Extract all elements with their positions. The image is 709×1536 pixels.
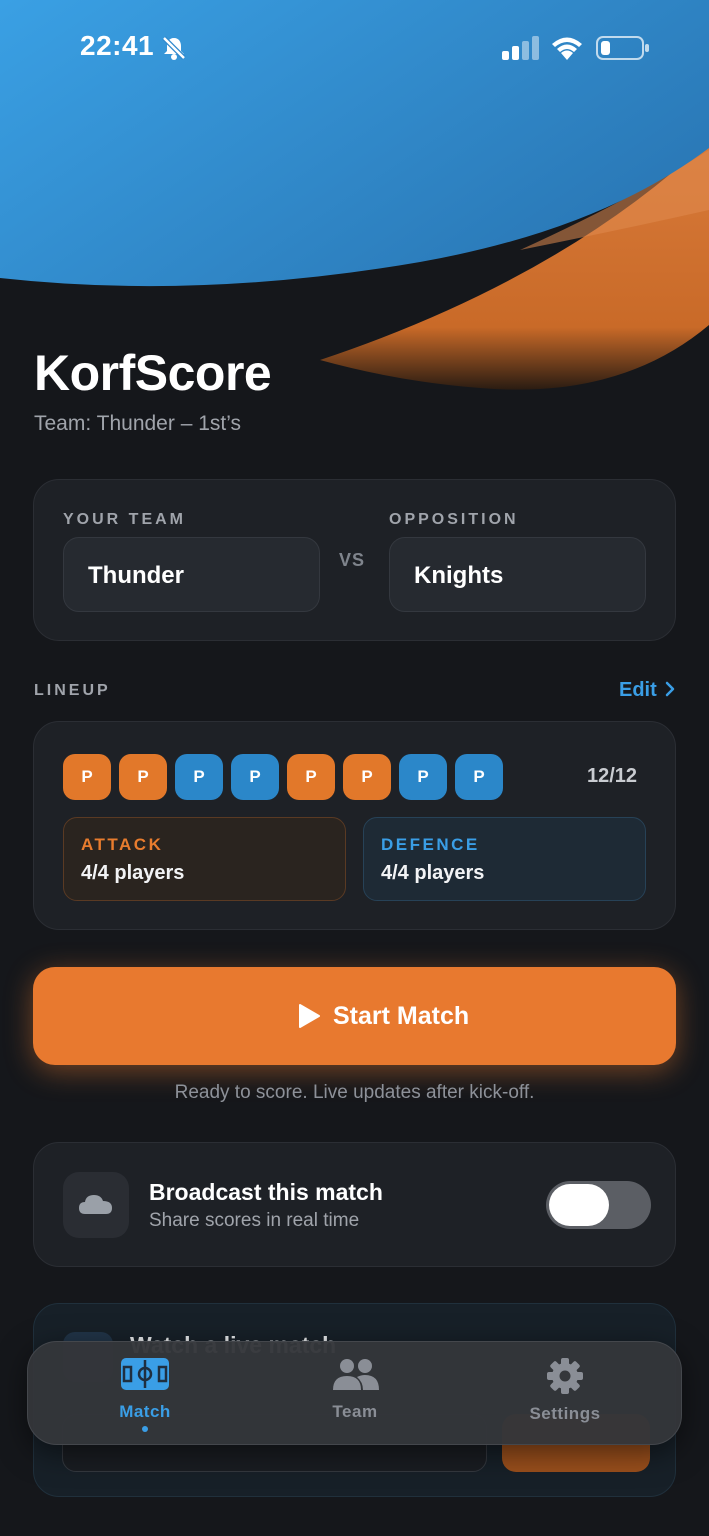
status-time: 22:41: [80, 30, 155, 61]
tab-match[interactable]: Match: [70, 1342, 220, 1446]
your-team-label: YOUR TEAM: [63, 511, 186, 528]
player-chip-defence[interactable]: P: [455, 754, 503, 800]
wifi-icon: [552, 37, 582, 60]
teams-card: YOUR TEAM Thunder VS OPPOSITION Knights: [33, 479, 676, 641]
tab-bar: Match Team Settings: [27, 1341, 682, 1445]
cloud-icon: [79, 1195, 112, 1214]
pitch-icon: [121, 1358, 169, 1390]
toggle-knob: [549, 1184, 609, 1226]
active-indicator: [142, 1426, 148, 1432]
broadcast-subtitle: Share scores in real time: [149, 1210, 360, 1231]
app-subtitle: Team: Thunder – 1st’s: [34, 412, 242, 435]
edit-lineup-link[interactable]: Edit: [619, 679, 676, 702]
status-bar: 22:41: [0, 0, 709, 96]
player-chip-defence[interactable]: P: [175, 754, 223, 800]
tab-settings-label: Settings: [529, 1404, 601, 1423]
opposition-label: OPPOSITION: [389, 511, 519, 528]
play-icon: [299, 1004, 320, 1028]
defence-count: 4/4 players: [381, 862, 485, 884]
signal-icon: [502, 36, 539, 60]
player-chip-attack[interactable]: P: [63, 754, 111, 800]
tab-match-label: Match: [119, 1402, 171, 1421]
player-chip-defence[interactable]: P: [399, 754, 447, 800]
tab-team[interactable]: Team: [280, 1342, 430, 1446]
start-match-button[interactable]: Start Match: [33, 967, 676, 1065]
broadcast-toggle[interactable]: [546, 1181, 651, 1229]
broadcast-title: Broadcast this match: [149, 1179, 383, 1205]
attack-group: ATTACK 4/4 players: [63, 817, 346, 901]
battery-icon: [596, 36, 649, 60]
player-chip-defence[interactable]: P: [231, 754, 279, 800]
player-count: 12/12: [587, 765, 638, 787]
people-icon: [333, 1359, 379, 1390]
defence-group: DEFENCE 4/4 players: [363, 817, 646, 901]
start-match-label: Start Match: [333, 1001, 470, 1030]
broadcast-card: Broadcast this match Share scores in rea…: [33, 1142, 676, 1267]
attack-title: ATTACK: [81, 835, 164, 854]
vs-label: VS: [339, 550, 366, 570]
chevron-right-icon: [666, 681, 675, 697]
tab-settings[interactable]: Settings: [490, 1342, 640, 1446]
attack-count: 4/4 players: [81, 862, 185, 884]
gear-icon: [547, 1358, 583, 1394]
your-team-field[interactable]: Thunder: [63, 537, 320, 612]
bell-muted-icon: [162, 36, 186, 60]
start-hint: Ready to score. Live updates after kick-…: [174, 1082, 535, 1103]
app-title: KorfScore: [34, 345, 272, 401]
player-chip-attack[interactable]: P: [343, 754, 391, 800]
edit-label: Edit: [619, 679, 657, 701]
opposition-field[interactable]: Knights: [389, 537, 646, 612]
lineup-card: PPPPPPPP 12/12 ATTACK 4/4 players DEFENC…: [33, 721, 676, 930]
lineup-label: LINEUP: [34, 682, 111, 699]
defence-title: DEFENCE: [381, 835, 480, 854]
cloud-icon-tile: [63, 1172, 129, 1238]
tab-team-label: Team: [332, 1402, 378, 1421]
player-chip-attack[interactable]: P: [287, 754, 335, 800]
player-chip-attack[interactable]: P: [119, 754, 167, 800]
